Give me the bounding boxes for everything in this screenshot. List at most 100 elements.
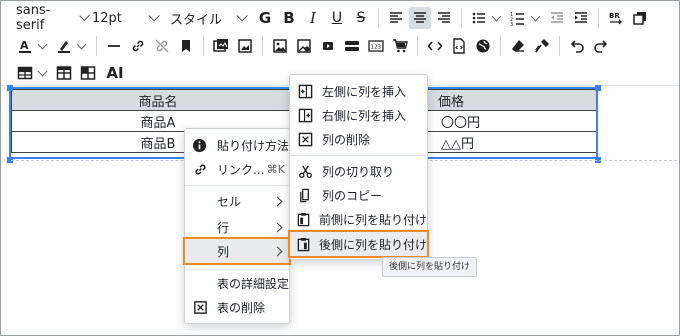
- menu-item-link[interactable]: リンク... ⌘K: [185, 157, 289, 181]
- video-icon[interactable]: [317, 35, 339, 57]
- table-grid-icon[interactable]: [53, 62, 75, 84]
- menu-item-label: 行: [217, 220, 230, 235]
- font-size-value: 12pt: [92, 10, 122, 26]
- google-g-icon[interactable]: G: [254, 7, 276, 29]
- highlight-color-icon[interactable]: [53, 35, 75, 57]
- strikethrough-button[interactable]: S: [350, 7, 372, 29]
- menu-item-paste-method[interactable]: 貼り付け方法: [185, 133, 289, 157]
- indent-icon[interactable]: [570, 7, 592, 29]
- menu-item-label: 列: [217, 244, 230, 259]
- menu-item-label: 左側に列を挿入: [322, 84, 407, 99]
- font-size-select[interactable]: 12pt: [89, 6, 167, 30]
- table-layout-icon[interactable]: [77, 62, 99, 84]
- format-painter-icon[interactable]: [531, 35, 553, 57]
- bookmark-icon[interactable]: [175, 35, 197, 57]
- menu-item-insert-column-right[interactable]: 右側に列を挿入: [290, 103, 427, 127]
- font-family-value: sans-serif: [16, 3, 51, 33]
- menu-item-label: 列の削除: [322, 132, 371, 147]
- globe-icon[interactable]: [472, 35, 494, 57]
- text-direction-icon[interactable]: BR: [605, 7, 627, 29]
- menu-item-label: リンク...: [217, 162, 265, 177]
- chevron-right-icon: [272, 196, 283, 206]
- toolbar-row-3: AI: [1, 59, 127, 87]
- editor-window: sans-serif 12pt スタイル G B I U S 1 2 3 BR …: [0, 0, 680, 336]
- chevron-right-icon: [272, 246, 283, 256]
- code-file-icon[interactable]: [448, 35, 470, 57]
- image-settings-icon[interactable]: [293, 35, 315, 57]
- chevron-right-icon: [272, 222, 283, 232]
- copy-icon[interactable]: [629, 7, 651, 29]
- link-shortcut: ⌘K: [266, 162, 285, 176]
- tooltip: 後側に列を貼り付け: [382, 257, 478, 277]
- menu-item-label: 前側に列を貼り付け: [319, 212, 428, 227]
- outdent-icon[interactable]: [546, 7, 568, 29]
- menu-item-delete-table[interactable]: 表の削除: [185, 295, 289, 319]
- table-icon[interactable]: [14, 62, 36, 84]
- info-icon: [191, 136, 209, 154]
- column-submenu: 左側に列を挿入 右側に列を挿入 列の削除 列の切り取り 列のコピー 前側に列を貼…: [288, 74, 429, 260]
- button-block-icon[interactable]: [341, 35, 363, 57]
- insert-column-right-icon: [296, 106, 314, 124]
- image-gallery-icon[interactable]: [210, 35, 232, 57]
- align-right-icon[interactable]: [433, 7, 455, 29]
- menu-item-label: 表の詳細設定: [217, 276, 290, 291]
- menu-item-label: 表の削除: [217, 300, 266, 315]
- table-header-cell[interactable]: 商品名: [11, 89, 305, 111]
- cart-icon[interactable]: [389, 35, 411, 57]
- text-color-icon[interactable]: A: [14, 35, 36, 57]
- insert-column-left-icon: [296, 82, 314, 100]
- align-left-icon[interactable]: [385, 7, 407, 29]
- link-icon[interactable]: [127, 35, 149, 57]
- menu-item-insert-column-left[interactable]: 左側に列を挿入: [290, 79, 427, 103]
- ai-button[interactable]: AI: [104, 62, 126, 84]
- image-icon[interactable]: [269, 35, 291, 57]
- svg-text:A: A: [20, 39, 29, 52]
- svg-text:3: 3: [510, 22, 513, 26]
- delete-column-icon: [296, 130, 314, 148]
- underline-button[interactable]: U: [326, 7, 348, 29]
- menu-item-label: 貼り付け方法: [216, 138, 289, 153]
- toolbar-row-2: A 123: [1, 32, 613, 60]
- code-icon[interactable]: [424, 35, 446, 57]
- font-family-select[interactable]: sans-serif: [13, 3, 90, 33]
- menu-item-paste-column-before[interactable]: 前側に列を貼り付け: [290, 207, 427, 231]
- menu-item-cut-column[interactable]: 列の切り取り: [290, 159, 427, 183]
- numbered-list-icon[interactable]: 123: [507, 7, 529, 29]
- style-select[interactable]: スタイル: [167, 6, 253, 30]
- menu-item-label: セル: [217, 194, 242, 209]
- undo-icon[interactable]: [566, 35, 588, 57]
- copy-column-icon: [296, 186, 314, 204]
- horizontal-line-icon[interactable]: [103, 35, 125, 57]
- menu-item-column[interactable]: 列: [183, 237, 291, 265]
- number-field-icon[interactable]: 123: [365, 35, 387, 57]
- link-icon: [191, 160, 209, 178]
- image-library-icon[interactable]: [234, 35, 256, 57]
- bold-button[interactable]: B: [278, 7, 300, 29]
- menu-item-row[interactable]: 行: [185, 215, 289, 239]
- menu-item-label: 列のコピー: [322, 188, 383, 203]
- paste-column-after-icon: [296, 235, 311, 253]
- bullet-list-icon[interactable]: [468, 7, 490, 29]
- menu-item-label: 右側に列を挿入: [322, 108, 407, 123]
- resize-handle-top-left[interactable]: [7, 85, 13, 91]
- menu-item-paste-column-after[interactable]: 後側に列を貼り付け: [288, 230, 429, 258]
- svg-text:123: 123: [371, 45, 382, 51]
- menu-item-table-properties[interactable]: 表の詳細設定: [185, 271, 289, 295]
- menu-item-label: 後側に列を貼り付け: [319, 237, 428, 252]
- menu-item-cell[interactable]: セル: [185, 189, 289, 213]
- menu-item-label: 列の切り取り: [322, 164, 395, 179]
- toolbar-row-1: sans-serif 12pt スタイル G B I U S 1 2 3 BR: [1, 3, 652, 33]
- resize-handle-top-right[interactable]: [595, 85, 601, 91]
- menu-item-copy-column[interactable]: 列のコピー: [290, 183, 427, 207]
- style-value: スタイル: [170, 12, 223, 28]
- unlink-icon[interactable]: [151, 35, 173, 57]
- eraser-icon[interactable]: [507, 35, 529, 57]
- svg-text:BR: BR: [609, 12, 620, 20]
- italic-button[interactable]: I: [302, 7, 324, 29]
- align-center-icon[interactable]: [409, 7, 431, 29]
- paste-column-before-icon: [296, 210, 311, 228]
- redo-icon[interactable]: [590, 35, 612, 57]
- menu-item-delete-column[interactable]: 列の削除: [290, 127, 427, 151]
- cut-column-icon: [296, 162, 314, 180]
- context-menu: 貼り付け方法 リンク... ⌘K セル 行 列 表の詳細設定 表の削除: [183, 128, 291, 324]
